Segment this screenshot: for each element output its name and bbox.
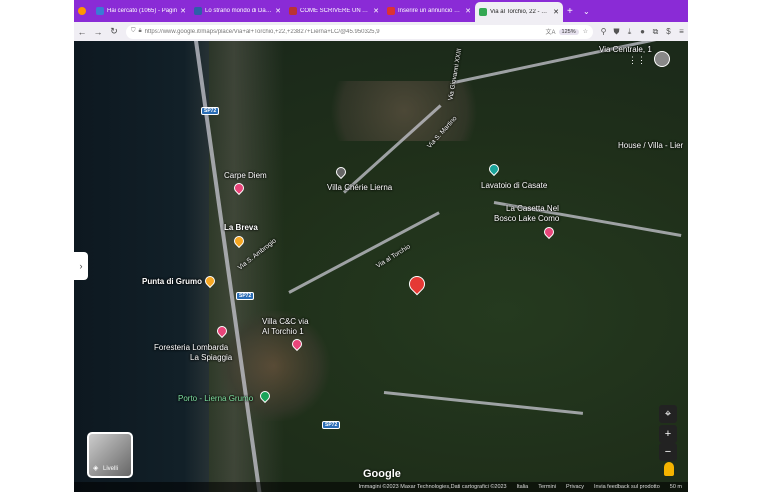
label-lavatoio[interactable]: Lavatoio di Casate <box>481 181 547 190</box>
layers-button[interactable]: ◈ Livelli <box>87 432 133 478</box>
zoom-in-button[interactable]: + <box>659 425 677 443</box>
building-cluster <box>304 81 504 141</box>
label-via-centrale[interactable]: Via Centrale, 1 <box>599 45 652 54</box>
translate-icon[interactable]: 文A <box>546 27 556 36</box>
hotel-pin-icon[interactable] <box>541 224 557 240</box>
label-la-breva[interactable]: La Breva <box>224 223 258 232</box>
label-villa-cherie[interactable]: Villa Chérie Lierna <box>327 183 392 192</box>
shore-strip <box>184 41 284 492</box>
label-casetta-line1[interactable]: La Casetta Nel <box>506 204 559 213</box>
collapse-panel-button[interactable]: › <box>74 252 88 280</box>
label-carpe-diem[interactable]: Carpe Diem <box>224 171 267 180</box>
feedback-link[interactable]: Invia feedback sul prodotto <box>594 484 660 490</box>
close-tab-icon[interactable]: ✕ <box>180 7 186 15</box>
label-casetta-line2[interactable]: Bosco Lake Como <box>494 214 559 223</box>
label-foresteria-line2[interactable]: La Spiaggia <box>190 353 232 362</box>
scale-bar[interactable]: 50 m <box>670 484 682 490</box>
currency-icon[interactable]: $ <box>662 27 675 36</box>
google-logo: Google <box>363 468 401 480</box>
road-lower <box>383 391 584 415</box>
tab-list-icon[interactable]: ⌄ <box>579 2 595 20</box>
my-location-icon[interactable]: ⌖ <box>659 405 677 423</box>
back-icon[interactable]: ← <box>74 27 90 37</box>
tab-favicon-icon <box>479 8 487 16</box>
browser-window: Hai cercato (1065) - Pagin ✕ Lo strano mo… <box>74 0 688 492</box>
lock-icon[interactable]: 🔒︎ <box>139 28 142 35</box>
menu-icon[interactable]: ≡ <box>675 27 688 36</box>
nav-toolbar: ← → ↻ ⛉ 🔒︎ https://www.google.it/maps/pl… <box>74 22 688 41</box>
label-villa-cc-line1[interactable]: Villa C&C via <box>262 317 309 326</box>
bookmark-star-icon[interactable]: ☆ <box>583 28 588 35</box>
shield-icon[interactable]: ⛉ <box>131 28 136 35</box>
imagery-attribution: Immagini ©2023 Maxar Technologies,Dati c… <box>358 484 507 490</box>
label-punta-di-grumo[interactable]: Punta di Grumo <box>142 277 202 286</box>
layers-icon: ◈ <box>93 465 99 472</box>
tab-3[interactable]: COME SCRIVERE UN ANNU✕ <box>285 2 383 20</box>
apps-grid-icon[interactable]: ⋮⋮ <box>628 55 646 66</box>
selected-location-pin-icon[interactable] <box>405 272 429 296</box>
tab-favicon-icon <box>289 7 297 15</box>
privacy-link[interactable]: Privacy <box>566 484 584 490</box>
place-pin-icon[interactable] <box>333 164 349 180</box>
account-icon[interactable]: ⚲ <box>597 27 610 36</box>
road-shield-sp72: SP72 <box>322 421 341 429</box>
puzzle-icon[interactable]: ⧉ <box>649 27 662 37</box>
tab-1[interactable]: Hai cercato (1065) - Pagin ✕ <box>92 2 190 20</box>
forward-icon[interactable]: → <box>90 27 106 37</box>
road-shield-sp72: SP72 <box>201 107 220 115</box>
tab-2[interactable]: Lo strano mondo di Daisy ✕ <box>190 2 285 20</box>
account-avatar-icon[interactable] <box>654 51 670 67</box>
close-tab-icon[interactable]: ✕ <box>275 7 281 15</box>
close-tab-icon[interactable]: ✕ <box>465 7 471 15</box>
layers-label: Livelli <box>103 466 119 472</box>
road-shield-sp72: SP72 <box>236 292 255 300</box>
tab-favicon-icon <box>194 7 202 15</box>
satellite-map[interactable]: Via Centrale, 1 Carpe Diem Villa Chérie … <box>74 41 688 492</box>
url-bar[interactable]: ⛉ 🔒︎ https://www.google.it/maps/place/Vi… <box>126 24 593 39</box>
extension-icon[interactable]: ● <box>636 27 649 36</box>
map-footer: Immagini ©2023 Maxar Technologies,Dati c… <box>74 482 688 492</box>
firefox-menu-icon[interactable] <box>74 2 92 20</box>
reload-icon[interactable]: ↻ <box>106 26 122 37</box>
label-porto[interactable]: Porto - Lierna Grumo <box>178 394 253 403</box>
label-via-al-torchio: Via al Torchio <box>375 243 412 270</box>
landmark-pin-icon[interactable] <box>486 161 502 177</box>
close-tab-icon[interactable]: ✕ <box>553 8 559 16</box>
new-tab-button[interactable]: + <box>563 2 579 20</box>
pocket-icon[interactable]: ⛊ <box>610 27 623 37</box>
url-text[interactable]: https://www.google.it/maps/place/Via+al+… <box>145 29 546 35</box>
country-link[interactable]: Italia <box>517 484 529 490</box>
tab-5-active[interactable]: Via al Torchio, 22 - Google✕ <box>475 2 563 22</box>
label-villa-cc-line2[interactable]: Al Torchio 1 <box>262 327 304 336</box>
zoom-level[interactable]: 125% <box>558 28 579 35</box>
close-tab-icon[interactable]: ✕ <box>373 7 379 15</box>
pegman-icon[interactable] <box>664 462 674 476</box>
terms-link[interactable]: Termini <box>538 484 556 490</box>
tab-4[interactable]: Inserire un annuncio Subit ✕ <box>383 2 475 20</box>
download-icon[interactable]: ⤓ <box>623 27 636 37</box>
tab-favicon-icon <box>96 7 104 15</box>
label-foresteria-line1[interactable]: Foresteria Lombarda <box>154 343 228 352</box>
tab-favicon-icon <box>387 7 395 15</box>
zoom-out-button[interactable]: − <box>659 443 677 461</box>
tab-bar: Hai cercato (1065) - Pagin ✕ Lo strano mo… <box>74 0 688 22</box>
label-house-villa[interactable]: House / Villa - Lier <box>618 141 683 150</box>
